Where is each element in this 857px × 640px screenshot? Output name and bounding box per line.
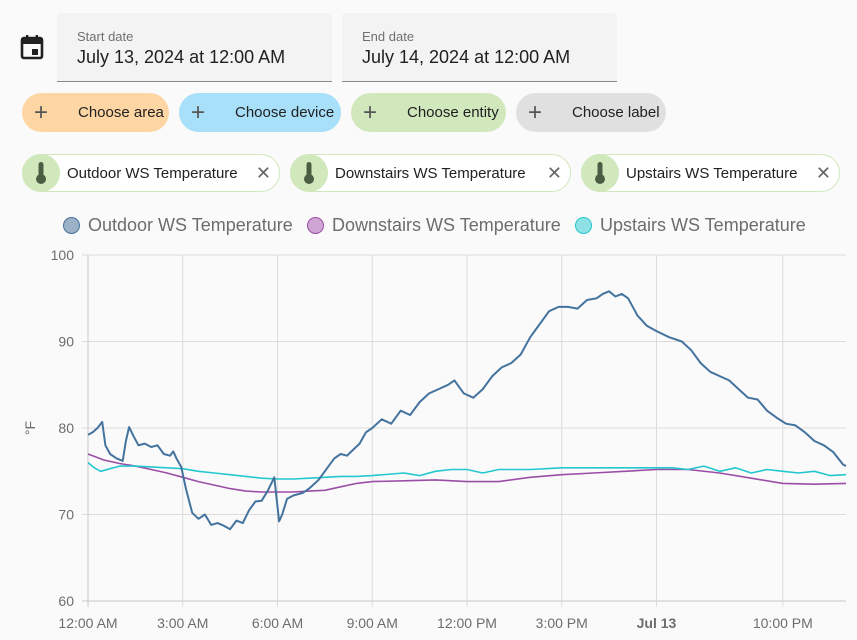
chart-grid	[82, 254, 846, 607]
x-tick-label: 3:00 PM	[536, 615, 588, 631]
entity-chip-label: Outdoor WS Temperature	[67, 164, 238, 182]
x-tick-label: 3:00 AM	[157, 615, 208, 631]
x-tick-label: 6:00 AM	[252, 615, 303, 631]
end-date-value[interactable]: July 14, 2024 at 12:00 AM	[362, 47, 570, 68]
choose-device-button[interactable]: + Choose device	[179, 93, 341, 132]
legend-label: Downstairs WS Temperature	[332, 214, 561, 235]
x-tick-label: 9:00 AM	[347, 615, 398, 631]
legend-label: Outdoor WS Temperature	[88, 214, 293, 235]
legend-item-upstairs[interactable]: Upstairs WS Temperature	[575, 213, 806, 237]
y-axis-ticks: 60 70 80 90 100	[51, 247, 75, 609]
entity-chip-label: Upstairs WS Temperature	[626, 164, 798, 182]
choose-label-button[interactable]: + Choose label	[516, 93, 666, 132]
x-tick-label: 12:00 PM	[437, 615, 497, 631]
choose-device-label: Choose device	[235, 104, 335, 121]
end-date-label: End date	[362, 29, 415, 44]
legend-dot-outdoor	[63, 216, 80, 234]
y-axis-label: °F	[22, 421, 38, 435]
legend-item-outdoor[interactable]: Outdoor WS Temperature	[63, 213, 293, 237]
legend-item-downstairs[interactable]: Downstairs WS Temperature	[307, 213, 561, 237]
y-tick-label: 60	[58, 593, 74, 609]
choose-entity-button[interactable]: + Choose entity	[351, 93, 506, 132]
choose-area-label: Choose area	[78, 104, 164, 121]
entity-chip-outdoor[interactable]: Outdoor WS Temperature ✕	[22, 154, 280, 192]
thermometer-icon	[290, 154, 328, 192]
thermometer-icon	[22, 154, 60, 192]
plus-icon: +	[528, 98, 543, 126]
y-tick-label: 80	[58, 420, 74, 436]
calendar-icon[interactable]	[20, 34, 44, 60]
choose-label-label: Choose label	[572, 104, 660, 121]
start-date-label: Start date	[77, 29, 134, 44]
history-chart[interactable]: 60 70 80 90 100 12:00 AM 3:00 AM 6:00 AM 9:00 A…	[0, 240, 857, 640]
y-tick-label: 90	[58, 334, 74, 350]
choose-area-button[interactable]: + Choose area	[22, 93, 169, 132]
x-axis-ticks: 12:00 AM 3:00 AM 6:00 AM 9:00 AM 12:00 PM 3:0…	[58, 615, 812, 631]
plus-icon: +	[191, 98, 206, 126]
x-tick-label: 10:00 PM	[753, 615, 813, 631]
y-tick-label: 100	[51, 247, 75, 263]
close-icon[interactable]: ✕	[816, 163, 831, 183]
plus-icon: +	[34, 98, 49, 126]
entity-chip-upstairs[interactable]: Upstairs WS Temperature ✕	[581, 154, 840, 192]
close-icon[interactable]: ✕	[547, 163, 562, 183]
start-date-field[interactable]: Start date July 13, 2024 at 12:00 AM	[57, 13, 332, 82]
entity-chip-label: Downstairs WS Temperature	[335, 164, 526, 182]
choose-entity-label: Choose entity	[407, 104, 499, 121]
y-tick-label: 70	[58, 507, 74, 523]
legend-dot-downstairs	[307, 216, 324, 234]
thermometer-icon	[581, 154, 619, 192]
plus-icon: +	[363, 98, 378, 126]
x-tick-label: 12:00 AM	[58, 615, 117, 631]
entity-chip-downstairs[interactable]: Downstairs WS Temperature ✕	[290, 154, 571, 192]
legend-label: Upstairs WS Temperature	[600, 214, 806, 235]
start-date-value[interactable]: July 13, 2024 at 12:00 AM	[77, 47, 285, 68]
legend-dot-upstairs	[575, 216, 592, 234]
end-date-field[interactable]: End date July 14, 2024 at 12:00 AM	[342, 13, 617, 82]
close-icon[interactable]: ✕	[256, 163, 271, 183]
x-tick-label: Jul 13	[637, 615, 677, 631]
